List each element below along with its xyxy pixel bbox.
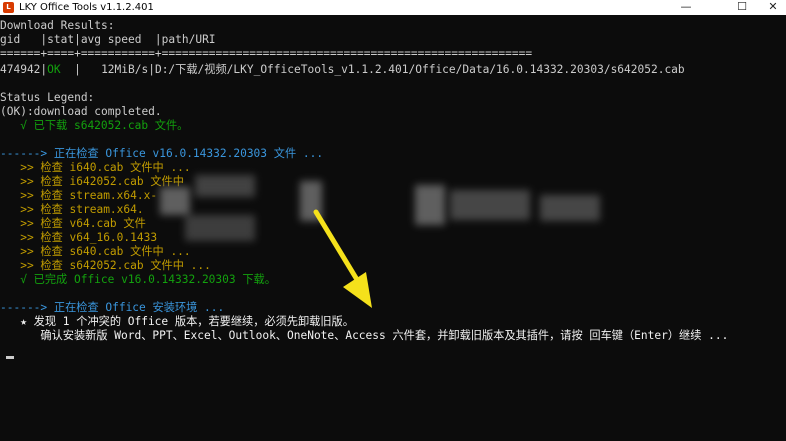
arrow-shaft bbox=[313, 209, 359, 281]
yellow-arrow-annotation bbox=[313, 209, 372, 308]
